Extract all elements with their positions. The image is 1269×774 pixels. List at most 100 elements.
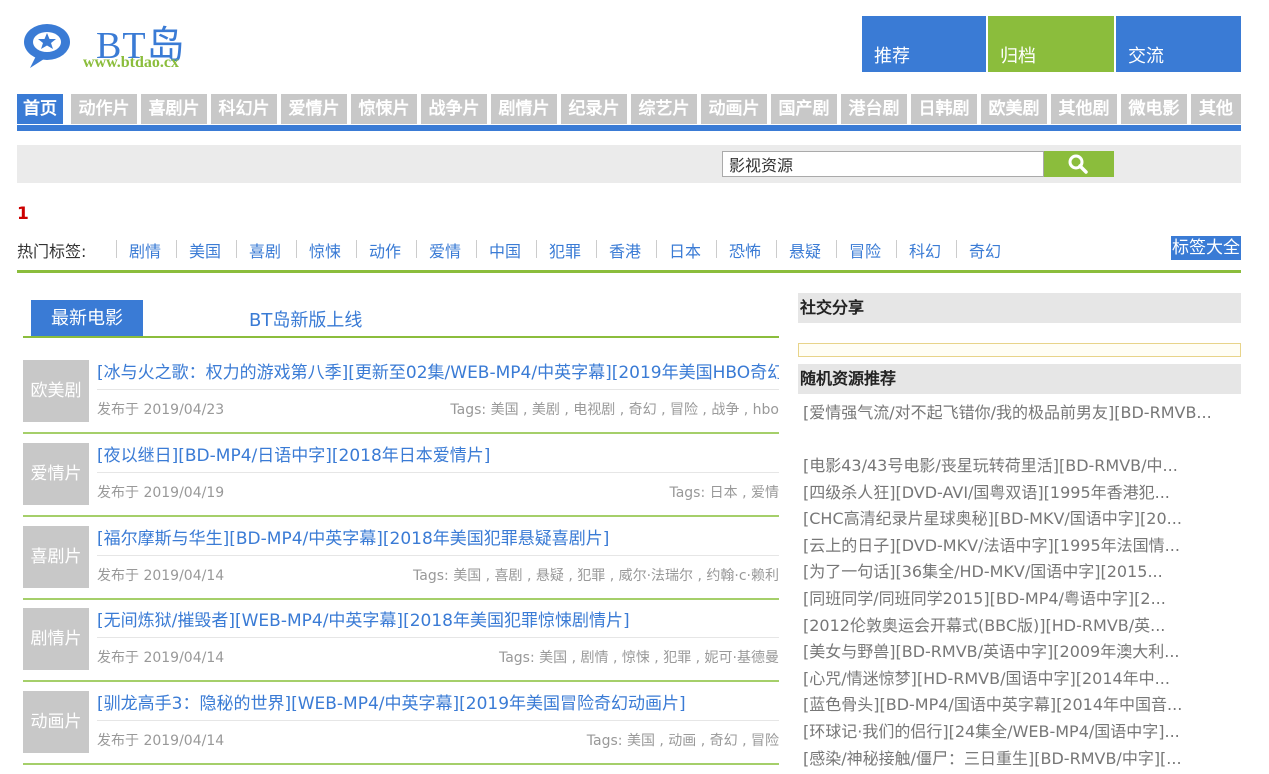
tags-divider (17, 270, 1241, 273)
tag-separator (596, 240, 597, 258)
tag-link[interactable]: 恐怖 (729, 238, 761, 262)
nav-item[interactable]: 首页 (17, 94, 63, 124)
movie-title-link[interactable]: [冰与火之歌：权力的游戏第八季][更新至02集/WEB-MP4/中英字幕][20… (97, 358, 779, 380)
tag-link[interactable]: 喜剧 (249, 238, 281, 262)
tag-link[interactable]: 剧情 (129, 238, 161, 262)
random-pick-link[interactable]: [电影43/43号电影/丧星玩转荷里活][BD-RMVB/中... (803, 453, 1213, 480)
category-badge[interactable]: 动画片 (23, 691, 89, 753)
tag-link[interactable]: 悬疑 (789, 238, 821, 262)
random-picks-list: [爱情强气流/对不起飞错你/我的极品前男友][BD-RMVB... [电影43/4… (803, 400, 1213, 772)
nav-item[interactable]: 战争片 (421, 94, 487, 124)
random-pick-link[interactable]: [2012伦敦奥运会开幕式(BBC版)][HD-RMVB/英... (803, 613, 1213, 640)
movie-tags: Tags: 美国 , 美剧 , 电视剧 , 奇幻 , 冒险 , 战争 , hbo (450, 402, 779, 418)
social-share-heading: 社交分享 (798, 293, 1241, 323)
movie-tags: Tags: 美国 , 剧情 , 惊悚 , 犯罪 , 妮可·基德曼 (498, 650, 779, 666)
tag-link[interactable]: 香港 (609, 238, 641, 262)
item-divider (97, 720, 779, 721)
nav-item[interactable]: 爱情片 (281, 94, 347, 124)
search-icon (1068, 154, 1088, 174)
archive-button[interactable]: 归档 (988, 16, 1114, 72)
tag-separator (116, 240, 117, 258)
hot-tags-label: 热门标签: (17, 242, 87, 261)
nav-item[interactable]: 纪录片 (561, 94, 627, 124)
tag-link[interactable]: 犯罪 (549, 238, 581, 262)
random-pick-link[interactable]: [心咒/情迷惊梦][HD-RMVB/国语中字][2014年中... (803, 666, 1213, 693)
nav-item[interactable]: 港台剧 (841, 94, 907, 124)
nav-item[interactable]: 剧情片 (491, 94, 557, 124)
nav-item[interactable]: 国产剧 (771, 94, 837, 124)
page-marker: 1 (17, 204, 29, 224)
tag-link[interactable]: 科幻 (909, 238, 941, 262)
nav-item[interactable]: 综艺片 (631, 94, 697, 124)
movie-item: 爱情片 [夜以继日][BD-MP4/日语中字][2018年日本爱情片] 发布于 … (23, 435, 779, 517)
community-button[interactable]: 交流 (1116, 16, 1241, 72)
tag-link[interactable]: 日本 (669, 238, 701, 262)
random-pick-link[interactable]: [美女与野兽][BD-RMVB/英语中字][2009年澳大利... (803, 639, 1213, 666)
nav-underline (17, 125, 1241, 131)
movie-title-link[interactable]: [无间炼狱/摧毁者][WEB-MP4/中英字幕][2018年美国犯罪惊悚剧情片] (97, 606, 779, 628)
nav-item[interactable]: 喜剧片 (141, 94, 207, 124)
category-badge[interactable]: 欧美剧 (23, 360, 89, 422)
social-share-box (798, 343, 1241, 357)
item-divider (97, 389, 779, 390)
nav-item[interactable]: 日韩剧 (911, 94, 977, 124)
movie-item: 动画片 [驯龙高手3：隐秘的世界][WEB-MP4/中英字幕][2019年美国冒… (23, 683, 779, 765)
tag-link[interactable]: 美国 (189, 238, 221, 262)
item-divider (97, 472, 779, 473)
nav-item[interactable]: 微电影 (1121, 94, 1187, 124)
item-bottom-border (23, 763, 779, 765)
random-pick-link[interactable]: [四级杀人狂][DVD-AVI/国粤双语][1995年香港犯... (803, 480, 1213, 507)
movie-title-link[interactable]: [驯龙高手3：隐秘的世界][WEB-MP4/中英字幕][2019年美国冒险奇幻动… (97, 689, 779, 711)
recommend-button[interactable]: 推荐 (862, 16, 986, 72)
random-pick-link[interactable]: [蓝色骨头][BD-MP4/国语中英字幕][2014年中国音... (803, 692, 1213, 719)
random-pick-link[interactable]: [为了一句话][36集全/HD-MKV/国语中字][2015... (803, 559, 1213, 586)
nav-item[interactable]: 欧美剧 (981, 94, 1047, 124)
item-bottom-border (23, 432, 779, 434)
logo-icon (24, 24, 70, 68)
random-pick-link[interactable]: [环球记·我们的侣行][24集全/WEB-MP4/国语中字]... (803, 719, 1213, 746)
tag-separator (836, 240, 837, 258)
tag-separator (896, 240, 897, 258)
nav-item[interactable]: 其他 (1191, 94, 1241, 124)
tag-link[interactable]: 冒险 (849, 238, 881, 262)
category-badge[interactable]: 爱情片 (23, 443, 89, 505)
tag-link[interactable]: 动作 (369, 238, 401, 262)
search-button[interactable] (1044, 151, 1114, 177)
random-pick-link[interactable]: [CHC高清纪录片星球奥秘][BD-MKV/国语中字][20... (803, 506, 1213, 533)
category-badge[interactable]: 喜剧片 (23, 526, 89, 588)
random-pick-link[interactable]: [感染/神秘接触/僵尸：三日重生][BD-RMVB/中字][... (803, 746, 1213, 773)
all-tags-link[interactable]: 标签大全 (1171, 236, 1241, 260)
movie-title-link[interactable]: [福尔摩斯与华生][BD-MP4/中英字幕][2018年美国犯罪悬疑喜剧片] (97, 524, 779, 546)
random-picks-heading: 随机资源推荐 (798, 364, 1241, 394)
category-badge[interactable]: 剧情片 (23, 608, 89, 670)
tag-link[interactable]: 爱情 (429, 238, 461, 262)
item-divider (97, 637, 779, 638)
publish-date: 发布于 2019/04/23 (97, 402, 225, 418)
tag-separator (176, 240, 177, 258)
nav-item[interactable]: 惊悚片 (351, 94, 417, 124)
random-pick-link[interactable]: [爱情强气流/对不起飞错你/我的极品前男友][BD-RMVB... (803, 400, 1213, 453)
nav-item[interactable]: 科幻片 (211, 94, 277, 124)
publish-date: 发布于 2019/04/14 (97, 568, 225, 584)
search-input[interactable] (722, 151, 1044, 177)
movie-title-link[interactable]: [夜以继日][BD-MP4/日语中字][2018年日本爱情片] (97, 441, 779, 463)
random-pick-link[interactable]: [云上的日子][DVD-MKV/法语中字][1995年法国情... (803, 533, 1213, 560)
tag-separator (956, 240, 957, 258)
nav-item[interactable]: 其他剧 (1051, 94, 1117, 124)
movie-tags: Tags: 美国 , 喜剧 , 悬疑 , 犯罪 , 威尔·法瑞尔 , 约翰·c·… (413, 568, 779, 584)
movie-tags: Tags: 日本 , 爱情 (669, 485, 779, 501)
tag-link[interactable]: 惊悚 (309, 238, 341, 262)
tag-link[interactable]: 中国 (489, 238, 521, 262)
nav-item[interactable]: 动画片 (701, 94, 767, 124)
tab-news[interactable]: BT岛新版上线 (249, 306, 362, 332)
tag-separator (536, 240, 537, 258)
movie-tags: Tags: 美国 , 动画 , 奇幻 , 冒险 (586, 733, 779, 749)
tab-underline (23, 336, 779, 338)
tag-separator (776, 240, 777, 258)
random-pick-link[interactable]: [同班同学/同班同学2015][BD-MP4/粤语中字][2... (803, 586, 1213, 613)
tag-link[interactable]: 奇幻 (969, 238, 1001, 262)
publish-date: 发布于 2019/04/14 (97, 650, 225, 666)
tag-separator (716, 240, 717, 258)
nav-item[interactable]: 动作片 (71, 94, 137, 124)
tab-latest-movies[interactable]: 最新电影 (31, 300, 143, 336)
